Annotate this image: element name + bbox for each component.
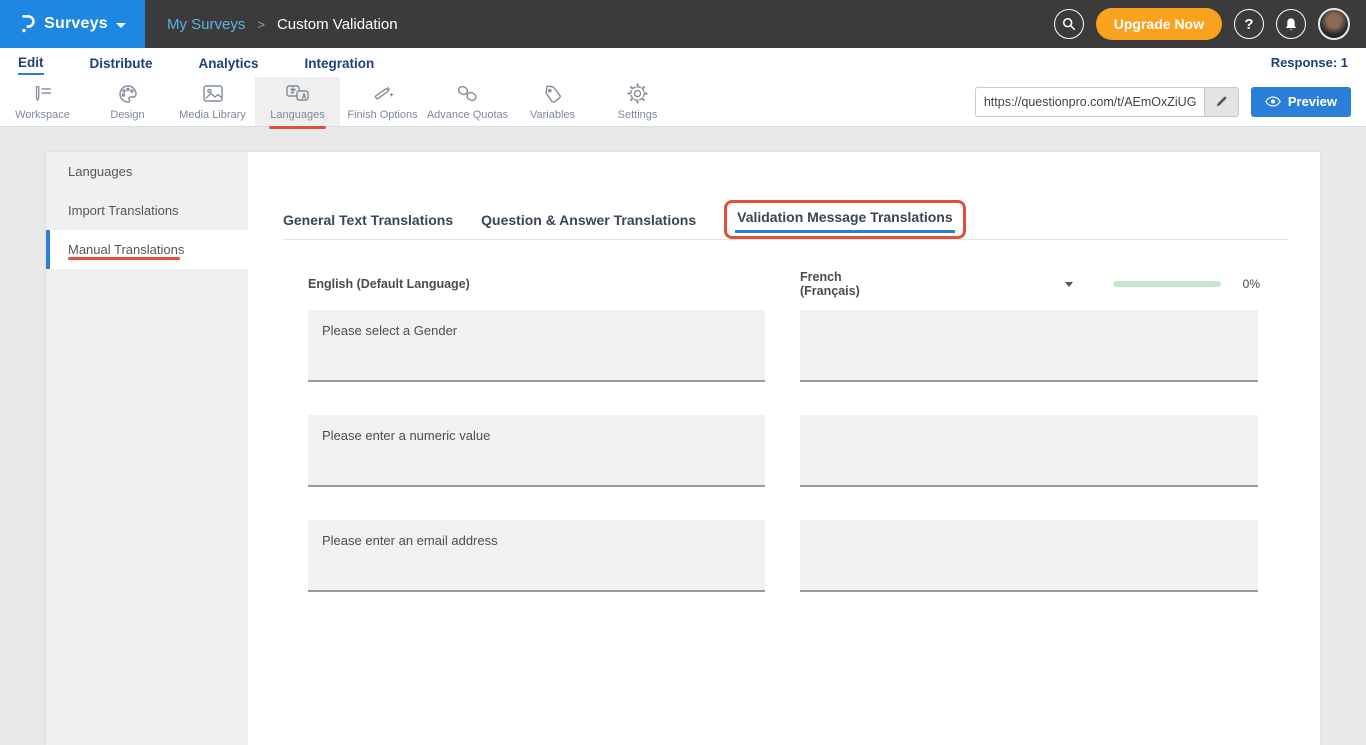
source-text-gender: Please select a Gender bbox=[308, 310, 765, 382]
manual-translations-content: General Text Translations Question & Ans… bbox=[248, 152, 1320, 745]
toolbar-item-languages[interactable]: Languages bbox=[255, 77, 340, 126]
sidebar-item-languages[interactable]: Languages bbox=[46, 152, 248, 191]
product-label: Surveys bbox=[44, 15, 108, 33]
toolbar-item-label: Advance Quotas bbox=[427, 109, 508, 121]
help-button[interactable]: ? bbox=[1234, 9, 1264, 39]
magic-wand-icon bbox=[372, 83, 394, 105]
eye-icon bbox=[1265, 96, 1281, 107]
media-library-icon bbox=[202, 83, 224, 105]
annotation-underline bbox=[68, 257, 180, 260]
notifications-button[interactable] bbox=[1276, 9, 1306, 39]
survey-url-field-group bbox=[975, 87, 1239, 117]
search-button[interactable] bbox=[1054, 9, 1084, 39]
tab-integration[interactable]: Integration bbox=[305, 52, 375, 74]
translation-rows: Please select a Gender Please enter a nu… bbox=[308, 310, 1260, 625]
edit-toolbar: Workspace Design Media Library bbox=[0, 77, 1366, 127]
preview-button[interactable]: Preview bbox=[1251, 87, 1351, 117]
product-switcher[interactable]: Surveys bbox=[0, 0, 145, 48]
translation-row: Please enter an email address bbox=[308, 520, 1260, 592]
toolbar-item-label: Languages bbox=[270, 109, 324, 121]
top-bar: Surveys My Surveys > Custom Validation U… bbox=[0, 0, 1366, 48]
language-column-headers: English (Default Language) French (Franç… bbox=[308, 270, 1260, 298]
breadcrumb-current-survey: Custom Validation bbox=[277, 16, 398, 33]
tab-validation-message-translations[interactable]: Validation Message Translations bbox=[724, 200, 966, 239]
questionpro-logo-icon bbox=[19, 13, 36, 35]
sidebar-item-label: Manual Translations bbox=[68, 242, 184, 257]
toolbar-item-label: Design bbox=[110, 109, 144, 121]
survey-section-nav: Edit Distribute Analytics Integration Re… bbox=[0, 48, 1366, 77]
sidebar-item-label: Languages bbox=[68, 164, 132, 179]
tab-distribute[interactable]: Distribute bbox=[90, 52, 153, 74]
source-text-numeric: Please enter a numeric value bbox=[308, 415, 765, 487]
breadcrumb-my-surveys[interactable]: My Surveys bbox=[167, 16, 245, 33]
toolbar-item-advance-quotas[interactable]: Advance Quotas bbox=[425, 77, 510, 126]
sidebar-item-import-translations[interactable]: Import Translations bbox=[46, 191, 248, 230]
sidebar-item-label: Import Translations bbox=[68, 203, 179, 218]
design-palette-icon bbox=[117, 83, 139, 105]
gear-icon bbox=[627, 83, 648, 105]
translation-progress-percent: 0% bbox=[1243, 277, 1260, 291]
workspace-icon bbox=[31, 83, 55, 105]
breadcrumb-separator: > bbox=[257, 17, 265, 32]
upgrade-now-button[interactable]: Upgrade Now bbox=[1096, 8, 1222, 40]
translations-sidebar: Languages Import Translations Manual Tra… bbox=[46, 152, 248, 745]
tab-general-text-translations[interactable]: General Text Translations bbox=[283, 204, 453, 239]
toolbar-item-media-library[interactable]: Media Library bbox=[170, 77, 255, 126]
translation-progress-bar bbox=[1113, 281, 1220, 287]
toolbar-item-label: Finish Options bbox=[347, 109, 417, 121]
translation-row: Please enter a numeric value bbox=[308, 415, 1260, 487]
source-text-email: Please enter an email address bbox=[308, 520, 765, 592]
chevron-down-icon[interactable] bbox=[1065, 282, 1073, 287]
tab-question-answer-translations[interactable]: Question & Answer Translations bbox=[481, 204, 696, 239]
chevron-down-icon bbox=[116, 23, 126, 28]
tab-label: Validation Message Translations bbox=[737, 209, 953, 225]
translation-row: Please select a Gender bbox=[308, 310, 1260, 382]
languages-panel: Languages Import Translations Manual Tra… bbox=[46, 152, 1320, 745]
user-avatar[interactable] bbox=[1318, 8, 1350, 40]
toolbar-item-label: Variables bbox=[530, 109, 575, 121]
search-icon bbox=[1062, 17, 1076, 31]
source-language-header: English (Default Language) bbox=[308, 277, 765, 291]
tag-icon bbox=[543, 83, 563, 105]
active-tab-underline bbox=[735, 230, 955, 233]
toolbar-item-label: Media Library bbox=[179, 109, 246, 121]
toolbar-item-label: Settings bbox=[618, 109, 658, 121]
tab-analytics[interactable]: Analytics bbox=[199, 52, 259, 74]
chain-links-icon bbox=[456, 83, 480, 105]
tab-edit[interactable]: Edit bbox=[18, 51, 44, 75]
survey-url-input[interactable] bbox=[976, 88, 1204, 116]
preview-label: Preview bbox=[1288, 94, 1337, 109]
toolbar-item-variables[interactable]: Variables bbox=[510, 77, 595, 126]
toolbar-item-label: Workspace bbox=[15, 109, 70, 121]
toolbar-item-design[interactable]: Design bbox=[85, 77, 170, 126]
languages-icon bbox=[285, 83, 311, 105]
sidebar-item-manual-translations[interactable]: Manual Translations bbox=[46, 230, 248, 269]
target-text-input-email[interactable] bbox=[800, 520, 1258, 592]
pencil-icon bbox=[1215, 95, 1228, 108]
question-mark-icon: ? bbox=[1244, 16, 1253, 33]
target-text-input-gender[interactable] bbox=[800, 310, 1258, 382]
target-language-selector[interactable]: French (Français) bbox=[800, 270, 877, 298]
breadcrumb: My Surveys > Custom Validation bbox=[167, 16, 398, 33]
response-count[interactable]: Response: 1 bbox=[1271, 55, 1348, 70]
toolbar-item-finish-options[interactable]: Finish Options bbox=[340, 77, 425, 126]
toolbar-item-settings[interactable]: Settings bbox=[595, 77, 680, 126]
edit-url-button[interactable] bbox=[1204, 87, 1238, 117]
toolbar-item-workspace[interactable]: Workspace bbox=[0, 77, 85, 126]
target-text-input-numeric[interactable] bbox=[800, 415, 1258, 487]
translation-tabs: General Text Translations Question & Ans… bbox=[283, 204, 1288, 240]
bell-icon bbox=[1284, 17, 1298, 32]
